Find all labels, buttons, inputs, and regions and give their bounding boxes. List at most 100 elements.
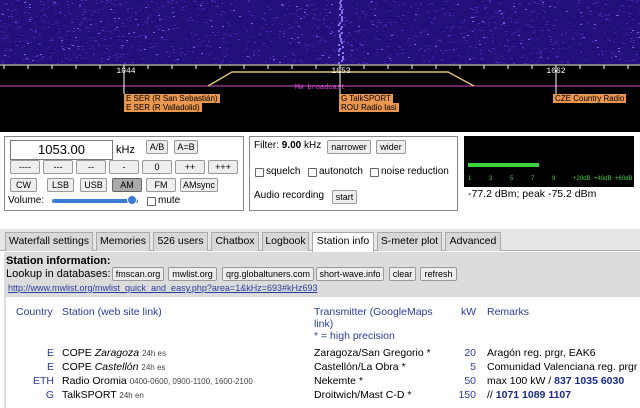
station-label[interactable]: CZE Country Radio [552, 94, 627, 103]
station-label[interactable]: G TalkSPORT [338, 94, 393, 103]
mwlist-link[interactable]: http://www.mwlist.org/mwlist_quick_and_e… [8, 283, 318, 293]
frequency-scale[interactable]: 1044 1053 1062 MW broadcast E SER (R San… [0, 64, 640, 132]
waterfall-pixel [328, 57, 330, 58]
waterfall-pixel [18, 23, 20, 24]
start-recording-button[interactable]: start [332, 190, 357, 204]
tab-chatbox[interactable]: Chatbox [211, 232, 259, 251]
waterfall-pixel [104, 6, 106, 7]
waterfall-pixel [506, 39, 508, 40]
waterfall-pixel [61, 42, 63, 43]
waterfall-pixel [492, 40, 494, 41]
waterfall-pixel [375, 2, 377, 3]
waterfall-pixel [168, 29, 170, 30]
waterfall-pixel [239, 16, 241, 17]
waterfall-pixel [144, 21, 146, 22]
squelch-checkbox[interactable] [255, 168, 264, 177]
waterfall-pixel [349, 34, 351, 35]
mode-amsync-button[interactable]: AMsync [180, 178, 218, 192]
cell-transmitter[interactable]: Zaragoza/San Gregorio * [314, 347, 431, 359]
waterfall-pixel [538, 13, 540, 14]
wider-button[interactable]: wider [376, 140, 406, 154]
refresh-button[interactable]: refresh [420, 267, 457, 281]
step-down-medium-button[interactable]: --- [43, 160, 73, 174]
tab-memories[interactable]: Memories [96, 232, 150, 251]
cell-transmitter[interactable]: Castellón/La Obra * [314, 361, 406, 373]
waterfall-pixel [27, 20, 29, 21]
waterfall-pixel [303, 16, 305, 17]
audio-recording-label: Audio recording [254, 190, 325, 201]
volume-slider-thumb[interactable] [126, 195, 137, 205]
station-label[interactable]: ROU Radio Iasi [338, 103, 399, 112]
waterfall-pixel [171, 0, 173, 1]
autonotch-checkbox[interactable] [308, 168, 317, 177]
frequency-input[interactable]: 1053.00 [10, 140, 113, 160]
volume-slider-track[interactable] [52, 199, 138, 203]
mode-cw-button[interactable]: CW [10, 178, 37, 192]
waterfall-pixel [81, 46, 83, 47]
mode-fm-button[interactable]: FM [146, 178, 176, 192]
mode-am-button[interactable]: AM [112, 178, 142, 192]
step-zero-button[interactable]: 0 [142, 160, 172, 174]
step-up-large-button[interactable]: +++ [208, 160, 238, 174]
waterfall-pixel [363, 35, 365, 36]
cell-transmitter[interactable]: Droitwich/Mast C-D * [314, 389, 411, 401]
tab-station-info[interactable]: Station info [312, 232, 374, 252]
lookup-shortwave-button[interactable]: short-wave.info [316, 267, 384, 281]
tab-smeter-plot[interactable]: S-meter plot [377, 232, 442, 251]
waterfall-pixel [345, 21, 347, 22]
noise-reduction-checkbox[interactable] [370, 168, 379, 177]
cell-station[interactable]: COPE Castellón 24h es [62, 361, 165, 373]
cell-transmitter[interactable]: Nekemte * [314, 375, 363, 387]
waterfall-display[interactable] [0, 0, 640, 64]
waterfall-pixel [475, 16, 477, 17]
tab-waterfall-settings[interactable]: Waterfall settings [5, 232, 93, 251]
step-down-large-button[interactable]: ---- [10, 160, 40, 174]
step-up-small-button[interactable]: ++ [175, 160, 205, 174]
waterfall-pixel [530, 12, 532, 13]
waterfall-pixel [247, 56, 249, 57]
waterfall-pixel [530, 38, 532, 39]
waterfall-pixel [219, 47, 221, 48]
waterfall-pixel [546, 21, 548, 22]
a-equals-b-button[interactable]: A=B [174, 140, 198, 154]
tab-users[interactable]: 526 users [153, 232, 208, 251]
waterfall-pixel [48, 47, 50, 48]
waterfall-pixel [632, 30, 634, 31]
waterfall-pixel [568, 47, 570, 48]
waterfall-pixel [44, 22, 46, 23]
station-label[interactable]: E SER (R Valladolid) [123, 103, 202, 112]
waterfall-pixel [601, 16, 603, 17]
waterfall-pixel [230, 10, 232, 11]
ab-button[interactable]: A/B [146, 140, 168, 154]
step-down-small-button[interactable]: -- [76, 160, 106, 174]
station-label[interactable]: E SER (R San Sebastián) [123, 94, 220, 103]
narrower-button[interactable]: narrower [327, 140, 371, 154]
waterfall-pixel [246, 48, 248, 49]
cell-station[interactable]: Radio Oromia 0400-0600, 0900-1100, 1600-… [62, 375, 253, 387]
waterfall-pixel [569, 29, 571, 30]
tab-logbook[interactable]: Logbook [262, 232, 309, 251]
waterfall-pixel [126, 46, 128, 47]
cell-station[interactable]: COPE Zaragoza 24h es [62, 347, 166, 359]
waterfall-pixel [129, 17, 131, 18]
waterfall-pixel [92, 49, 94, 50]
lookup-mwlist-button[interactable]: mwlist.org [168, 267, 217, 281]
step-down-one-button[interactable]: - [109, 160, 139, 174]
waterfall-pixel [313, 5, 315, 6]
waterfall-pixel [19, 27, 21, 28]
tab-advanced[interactable]: Advanced [445, 232, 501, 251]
smeter-display: 1 3 5 7 9 +20dB +40dB +60dB [464, 136, 634, 187]
waterfall-pixel [259, 34, 261, 35]
waterfall-pixel [306, 23, 308, 24]
lookup-globaltuners-button[interactable]: qrg.globaltuners.com [222, 267, 314, 281]
clear-button[interactable]: clear [389, 267, 416, 281]
cell-station[interactable]: TalkSPORT 24h en [62, 389, 144, 401]
waterfall-pixel [14, 53, 16, 54]
signal-trace [339, 2, 341, 4]
lookup-fmscan-button[interactable]: fmscan.org [112, 267, 164, 281]
mode-lsb-button[interactable]: LSB [47, 178, 74, 192]
mode-usb-button[interactable]: USB [80, 178, 107, 192]
waterfall-pixel [2, 4, 4, 5]
mute-checkbox[interactable] [147, 197, 156, 206]
waterfall-pixel [147, 17, 149, 18]
